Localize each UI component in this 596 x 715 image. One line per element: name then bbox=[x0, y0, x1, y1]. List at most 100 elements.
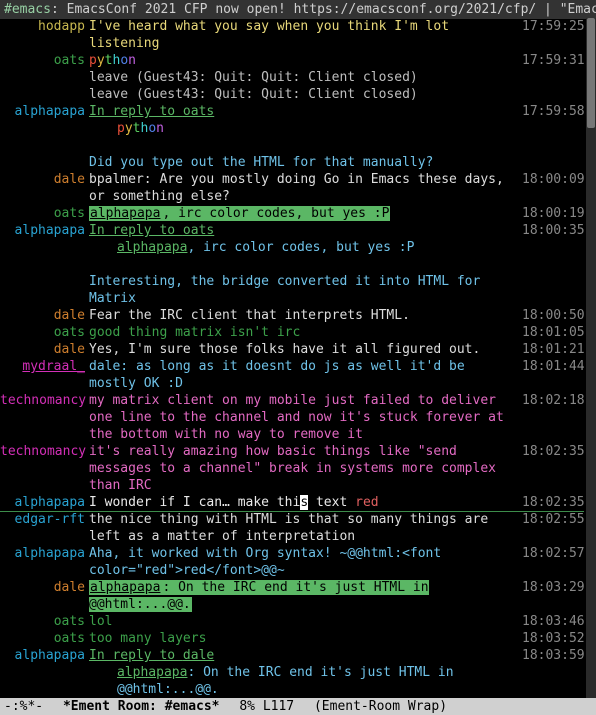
message-time: 18:03:59 bbox=[522, 647, 584, 664]
message-body: lol bbox=[89, 613, 522, 630]
message-body: leave (Guest43: Quit: Quit: Client close… bbox=[89, 86, 522, 103]
channel-name: #emacs bbox=[4, 2, 51, 17]
message-row: oatsalphapapa, irc color codes, but yes … bbox=[0, 205, 584, 222]
message-row: dalealphapapa: On the IRC end it's just … bbox=[0, 579, 584, 613]
message-row: alphapapaIn reply to oats17:59:58 bbox=[0, 103, 584, 120]
message-time: 18:02:35 bbox=[522, 494, 584, 511]
message-body: leave (Guest43: Quit: Quit: Client close… bbox=[89, 69, 522, 86]
message-body: my matrix client on my mobile just faile… bbox=[89, 392, 522, 443]
message-body: In reply to oats bbox=[89, 103, 522, 120]
message-nick: oats bbox=[0, 613, 89, 630]
message-log[interactable]: hodappI've heard what you say when you t… bbox=[0, 18, 584, 698]
message-nick: technomancy bbox=[0, 392, 89, 409]
message-time: 17:59:31 bbox=[522, 52, 584, 69]
message-row: alphapapaAha, it worked with Org syntax!… bbox=[0, 545, 584, 579]
message-row: alphapapaI wonder if I can… make this te… bbox=[0, 494, 584, 512]
message-body: alphapapa, irc color codes, but yes :P bbox=[89, 239, 522, 256]
message-body: alphapapa: On the IRC end it's just HTML… bbox=[89, 579, 522, 613]
message-body: Yes, I'm sure those folks have it all fi… bbox=[89, 341, 522, 358]
message-time: 18:02:55 bbox=[522, 511, 584, 528]
message-body: I wonder if I can… make this text red bbox=[89, 494, 522, 511]
message-row: python bbox=[0, 120, 584, 137]
message-body: too many layers bbox=[89, 630, 522, 647]
message-body: I've heard what you say when you think I… bbox=[89, 18, 522, 52]
message-time: 18:02:18 bbox=[522, 392, 584, 409]
message-body: In reply to oats bbox=[89, 222, 522, 239]
message-time: 18:01:21 bbox=[522, 341, 584, 358]
message-row: oatstoo many layers18:03:52 bbox=[0, 630, 584, 647]
message-nick: hodapp bbox=[0, 18, 89, 35]
modeline-state: -:%*- bbox=[4, 699, 43, 714]
channel-topic-bar: #emacs: EmacsConf 2021 CFP now open! htt… bbox=[0, 0, 596, 19]
message-row: alphapapa: On the IRC end it's just HTML… bbox=[0, 664, 584, 698]
message-body: good thing matrix isn't irc bbox=[89, 324, 522, 341]
message-nick: oats bbox=[0, 324, 89, 341]
message-time: 18:02:57 bbox=[522, 545, 584, 562]
message-body: python bbox=[89, 120, 522, 137]
message-nick: alphapapa bbox=[0, 103, 89, 120]
message-row: daleFear the IRC client that interprets … bbox=[0, 307, 584, 324]
message-nick: dale bbox=[0, 171, 89, 188]
message-time: 17:59:25 bbox=[522, 18, 584, 35]
message-time: 17:59:58 bbox=[522, 103, 584, 120]
message-time: 18:02:35 bbox=[522, 443, 584, 460]
message-row: alphapapaIn reply to dale18:03:59 bbox=[0, 647, 584, 664]
message-nick: oats bbox=[0, 630, 89, 647]
message-nick: oats bbox=[0, 205, 89, 222]
scrollbar[interactable] bbox=[586, 18, 596, 698]
message-row: Interesting, the bridge converted it int… bbox=[0, 273, 584, 307]
message-nick: oats bbox=[0, 52, 89, 69]
message-time: 18:03:46 bbox=[522, 613, 584, 630]
message-body: Did you type out the HTML for that manua… bbox=[89, 154, 522, 171]
message-time: 18:01:05 bbox=[522, 324, 584, 341]
message-time: 18:00:19 bbox=[522, 205, 584, 222]
message-row: oatslol18:03:46 bbox=[0, 613, 584, 630]
message-nick: alphapapa bbox=[0, 647, 89, 664]
modeline-modes: (Ement-Room Wrap) bbox=[314, 699, 447, 714]
message-row: alphapapaIn reply to oats18:00:35 bbox=[0, 222, 584, 239]
message-row: oatsgood thing matrix isn't irc18:01:05 bbox=[0, 324, 584, 341]
message-row: Did you type out the HTML for that manua… bbox=[0, 154, 584, 171]
message-body: bpalmer: Are you mostly doing Go in Emac… bbox=[89, 171, 522, 205]
message-body: the nice thing with HTML is that so many… bbox=[89, 511, 522, 545]
scroll-thumb[interactable] bbox=[587, 18, 595, 128]
message-body: alphapapa: On the IRC end it's just HTML… bbox=[89, 664, 522, 698]
message-time: 18:03:29 bbox=[522, 579, 584, 596]
message-body: alphapapa, irc color codes, but yes :P bbox=[89, 205, 522, 222]
message-time: 18:03:52 bbox=[522, 630, 584, 647]
message-nick: edgar-rft bbox=[0, 511, 89, 528]
message-nick: mydraal_ bbox=[0, 358, 89, 375]
message-nick: alphapapa bbox=[0, 494, 89, 511]
message-row: daleYes, I'm sure those folks have it al… bbox=[0, 341, 584, 358]
message-row: hodappI've heard what you say when you t… bbox=[0, 18, 584, 52]
message-body: dale: as long as it doesnt do js as well… bbox=[89, 358, 522, 392]
message-body: In reply to dale bbox=[89, 647, 522, 664]
message-nick: dale bbox=[0, 307, 89, 324]
message-row: leave (Guest43: Quit: Quit: Client close… bbox=[0, 69, 584, 86]
message-row: dalebpalmer: Are you mostly doing Go in … bbox=[0, 171, 584, 205]
mode-line: -:%*- *Ement Room: #emacs* 8% L117 (Emen… bbox=[0, 698, 596, 715]
channel-topic: : EmacsConf 2021 CFP now open! https://e… bbox=[51, 2, 596, 17]
message-time: 18:00:09 bbox=[522, 171, 584, 188]
message-nick: alphapapa bbox=[0, 222, 89, 239]
message-time: 18:00:35 bbox=[522, 222, 584, 239]
message-row: mydraal_dale: as long as it doesnt do js… bbox=[0, 358, 584, 392]
message-nick: dale bbox=[0, 341, 89, 358]
message-body: Fear the IRC client that interprets HTML… bbox=[89, 307, 522, 324]
message-nick: alphapapa bbox=[0, 545, 89, 562]
modeline-buffer: *Ement Room: #emacs* bbox=[63, 699, 220, 714]
message-row: technomancymy matrix client on my mobile… bbox=[0, 392, 584, 443]
message-row: edgar-rftthe nice thing with HTML is tha… bbox=[0, 511, 584, 545]
message-row: technomancyit's really amazing how basic… bbox=[0, 443, 584, 494]
message-nick: dale bbox=[0, 579, 89, 596]
message-body: it's really amazing how basic things lik… bbox=[89, 443, 522, 494]
message-time: 18:00:50 bbox=[522, 307, 584, 324]
message-body: Aha, it worked with Org syntax! ~@@html:… bbox=[89, 545, 522, 579]
message-row: oatspython17:59:31 bbox=[0, 52, 584, 69]
message-nick: technomancy bbox=[0, 443, 89, 460]
message-time: 18:01:44 bbox=[522, 358, 584, 375]
message-body: python bbox=[89, 52, 522, 69]
message-row: leave (Guest43: Quit: Quit: Client close… bbox=[0, 86, 584, 103]
message-row: alphapapa, irc color codes, but yes :P bbox=[0, 239, 584, 256]
modeline-position: 8% L117 bbox=[239, 699, 294, 714]
